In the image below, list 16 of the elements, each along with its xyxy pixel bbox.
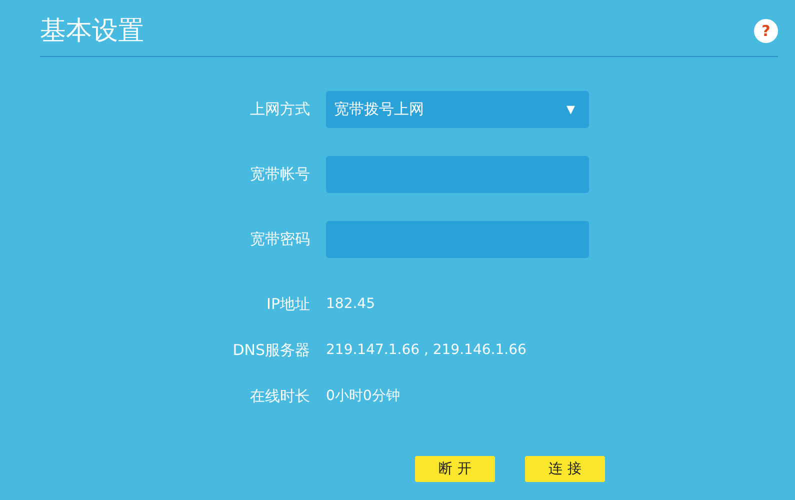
input-field[interactable] [326, 156, 589, 193]
caret-icon: ▼ [566, 103, 575, 116]
help-button[interactable]: ? [754, 19, 778, 43]
field-label: DNS服务器 [232, 340, 311, 360]
action-button[interactable]: 断开 [415, 456, 495, 482]
field-value: 182.45 [326, 296, 375, 312]
field-label: 宽带帐号 [249, 165, 311, 184]
action-button[interactable]: 连接 [525, 456, 605, 482]
page-title: 基本设置 [40, 15, 144, 48]
field-label: IP地址 [266, 294, 311, 314]
input-field[interactable] [326, 221, 589, 258]
field-label: 在线时长 [249, 386, 311, 406]
field-value: 219.147.1.66 , 219.146.1.66 [326, 342, 526, 358]
field-value: 0小时0分钟 [326, 387, 400, 405]
field-label: 上网方式 [249, 100, 311, 119]
field-label: 宽带密码 [249, 230, 311, 249]
